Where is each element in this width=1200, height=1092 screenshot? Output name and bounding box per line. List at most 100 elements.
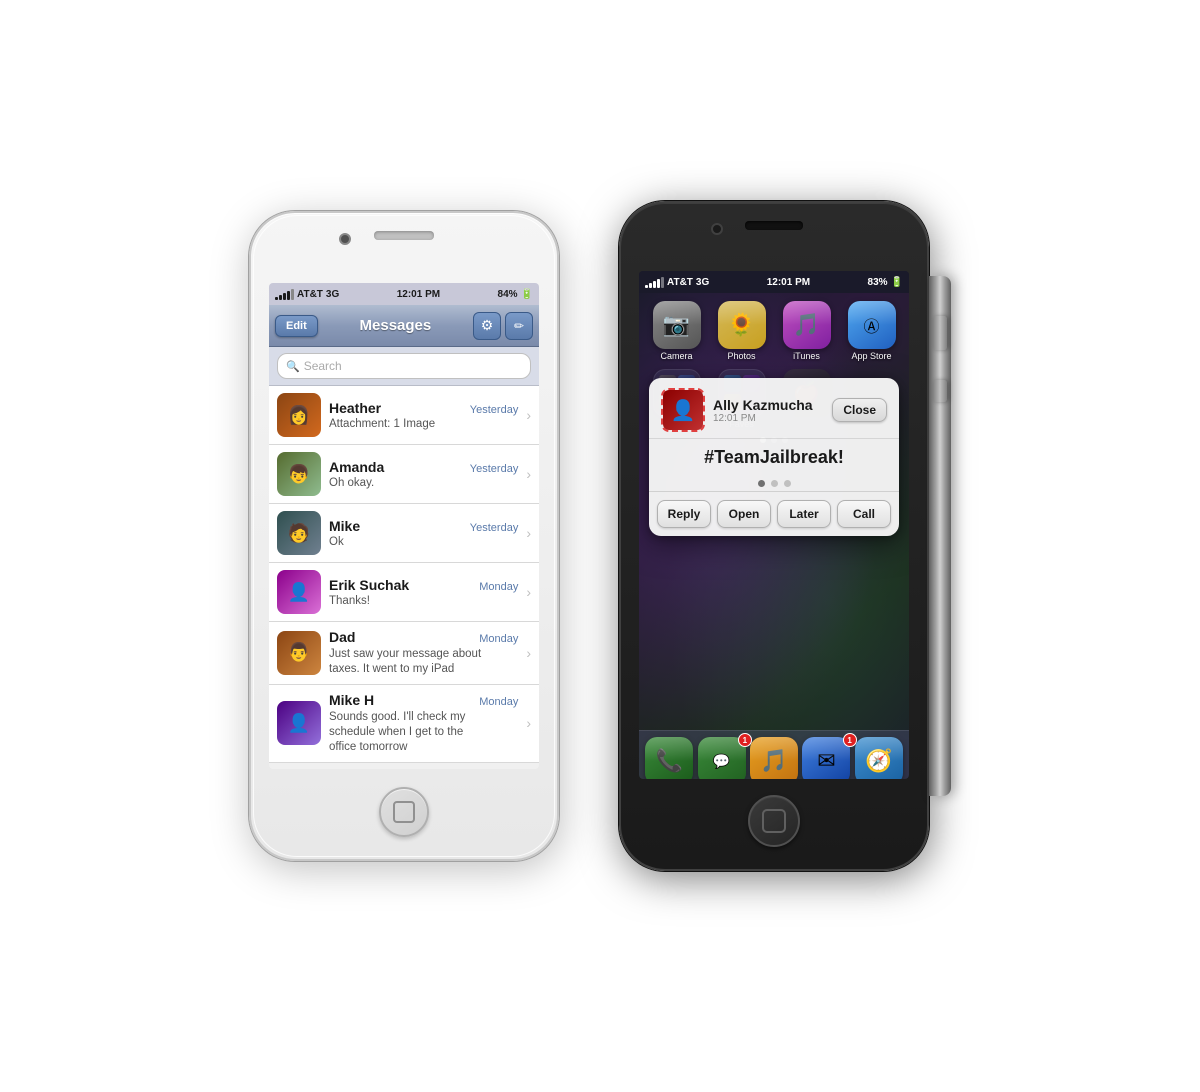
camera-app-icon[interactable]: 📷 [653,301,701,349]
screen-black: AT&T 3G 12:01 PM 83% 🔋 [639,271,909,779]
speaker-black [745,221,803,230]
list-item[interactable]: 👩 Heather Yesterday Attachment: 1 Image … [269,386,539,445]
itunes-app-label: iTunes [793,351,820,361]
sender-name: Mike H [329,692,374,708]
message-content: Erik Suchak Monday Thanks! [329,577,518,607]
phone-dock-icon[interactable]: 📞 [645,737,693,779]
photos-app-icon[interactable]: 🌻 [718,301,766,349]
status-left-black: AT&T 3G [645,277,709,288]
itunes-app-icon[interactable]: 🎵 [783,301,831,349]
avatar: 🧑 [277,511,321,555]
status-right-white: 84% 🔋 [498,289,533,300]
appstore-app-icon[interactable]: Ⓐ [848,301,896,349]
carrier-white: AT&T [297,289,323,300]
avatar-initials: 👩 [277,393,321,437]
message-preview: Oh okay. [329,477,489,489]
mail-badge: 1 [843,733,857,747]
list-item[interactable]: 🧑 Mike Yesterday Ok › [269,504,539,563]
chevron-right-icon: › [526,466,531,482]
dock-music[interactable]: 🎵 Music [748,737,800,779]
signal-bars-black [645,277,664,288]
home-button-black[interactable] [748,795,800,847]
notification-time: 12:01 PM [713,413,824,424]
battery-white: 84% [498,289,518,300]
chevron-right-icon: › [526,584,531,600]
app-icon-wrap-appstore[interactable]: Ⓐ App Store [843,301,901,361]
time-white: 12:01 PM [397,289,440,300]
settings-icon[interactable]: ⚙ [473,312,501,340]
list-item[interactable]: 👦 Amanda Yesterday Oh okay. › [269,445,539,504]
time-black: 12:01 PM [767,277,810,288]
avatar: 👤 [277,701,321,745]
messages-list: 👩 Heather Yesterday Attachment: 1 Image … [269,386,539,763]
notification-info: Ally Kazmucha 12:01 PM [713,397,824,424]
carrier-black: AT&T [667,277,693,288]
notification-reply-button[interactable]: Reply [657,500,711,528]
notification-call-button[interactable]: Call [837,500,891,528]
iphone-black: AT&T 3G 12:01 PM 83% 🔋 [619,201,929,871]
dock-phone[interactable]: 📞 Phone [643,737,695,779]
avatar: 👩 [277,393,321,437]
notif-dot-1 [758,480,765,487]
volume-down-button[interactable] [933,380,947,402]
list-item[interactable]: 👤 Mike H Monday Sounds good. I'll check … [269,685,539,763]
search-bar[interactable]: 🔍 Search [269,347,539,386]
sender-name: Heather [329,400,381,416]
dock-mail[interactable]: ✉ 1 Mail [800,737,852,779]
search-icon: 🔍 [286,360,300,373]
avatar-initials: 👤 [277,570,321,614]
message-preview: Just saw your message about taxes. It we… [329,647,489,677]
message-header: Dad Monday [329,629,518,645]
network-black: 3G [696,277,709,288]
notif-dot-2 [771,480,778,487]
scene: AT&T 3G 12:01 PM 84% 🔋 Edit Messages ⚙ ✏ [249,201,951,871]
message-content: Heather Yesterday Attachment: 1 Image [329,400,518,430]
dock-safari[interactable]: 🧭 Safari [853,737,905,779]
notification-popup: 👤 Ally Kazmucha 12:01 PM Close #TeamJail… [649,378,899,536]
volume-up-button[interactable] [933,316,947,350]
message-content: Dad Monday Just saw your message about t… [329,629,518,677]
chevron-right-icon: › [526,407,531,423]
dock-sms[interactable]: 💬 1 biteSMS [695,737,747,779]
music-dock-icon[interactable]: 🎵 [750,737,798,779]
camera-app-label: Camera [660,351,692,361]
edit-button[interactable]: Edit [275,315,318,337]
side-band [929,276,951,796]
app-icon-wrap-photos[interactable]: 🌻 Photos [713,301,771,361]
message-content: Amanda Yesterday Oh okay. [329,459,518,489]
sender-name: Amanda [329,459,384,475]
signal-bar-3 [283,293,286,300]
signal-bar-4 [287,291,290,300]
front-camera-white [339,233,351,245]
status-bar-black: AT&T 3G 12:01 PM 83% 🔋 [639,271,909,293]
battery-icon-white: 🔋 [521,289,533,300]
app-icon-wrap-itunes[interactable]: 🎵 iTunes [778,301,836,361]
notification-avatar: 👤 [661,388,705,432]
list-item[interactable]: 👤 Erik Suchak Monday Thanks! › [269,563,539,622]
notification-close-button[interactable]: Close [832,398,887,422]
screen-white: AT&T 3G 12:01 PM 84% 🔋 Edit Messages ⚙ ✏ [269,283,539,769]
search-input-field[interactable]: 🔍 Search [277,353,531,379]
notification-message: #TeamJailbreak! [649,439,899,476]
status-right-black: 83% 🔋 [868,277,903,288]
compose-icon[interactable]: ✏ [505,312,533,340]
safari-dock-icon[interactable]: 🧭 [855,737,903,779]
dock-row: 📞 Phone 💬 1 biteSMS 🎵 Music [643,737,905,779]
notification-later-button[interactable]: Later [777,500,831,528]
list-item[interactable]: 👨 Dad Monday Just saw your message about… [269,622,539,685]
front-camera-black [711,223,723,235]
photos-app-label: Photos [727,351,755,361]
chevron-right-icon: › [526,715,531,731]
message-header: Heather Yesterday [329,400,518,416]
notif-dot-3 [784,480,791,487]
app-icon-wrap-camera[interactable]: 📷 Camera [648,301,706,361]
avatar-initials: 👤 [277,701,321,745]
sender-name: Erik Suchak [329,577,409,593]
notification-open-button[interactable]: Open [717,500,771,528]
message-time: Monday [479,581,518,593]
home-button-white[interactable] [379,787,429,837]
message-content: Mike Yesterday Ok [329,518,518,548]
message-header: Mike Yesterday [329,518,518,534]
sender-name: Mike [329,518,360,534]
message-preview: Attachment: 1 Image [329,418,489,430]
